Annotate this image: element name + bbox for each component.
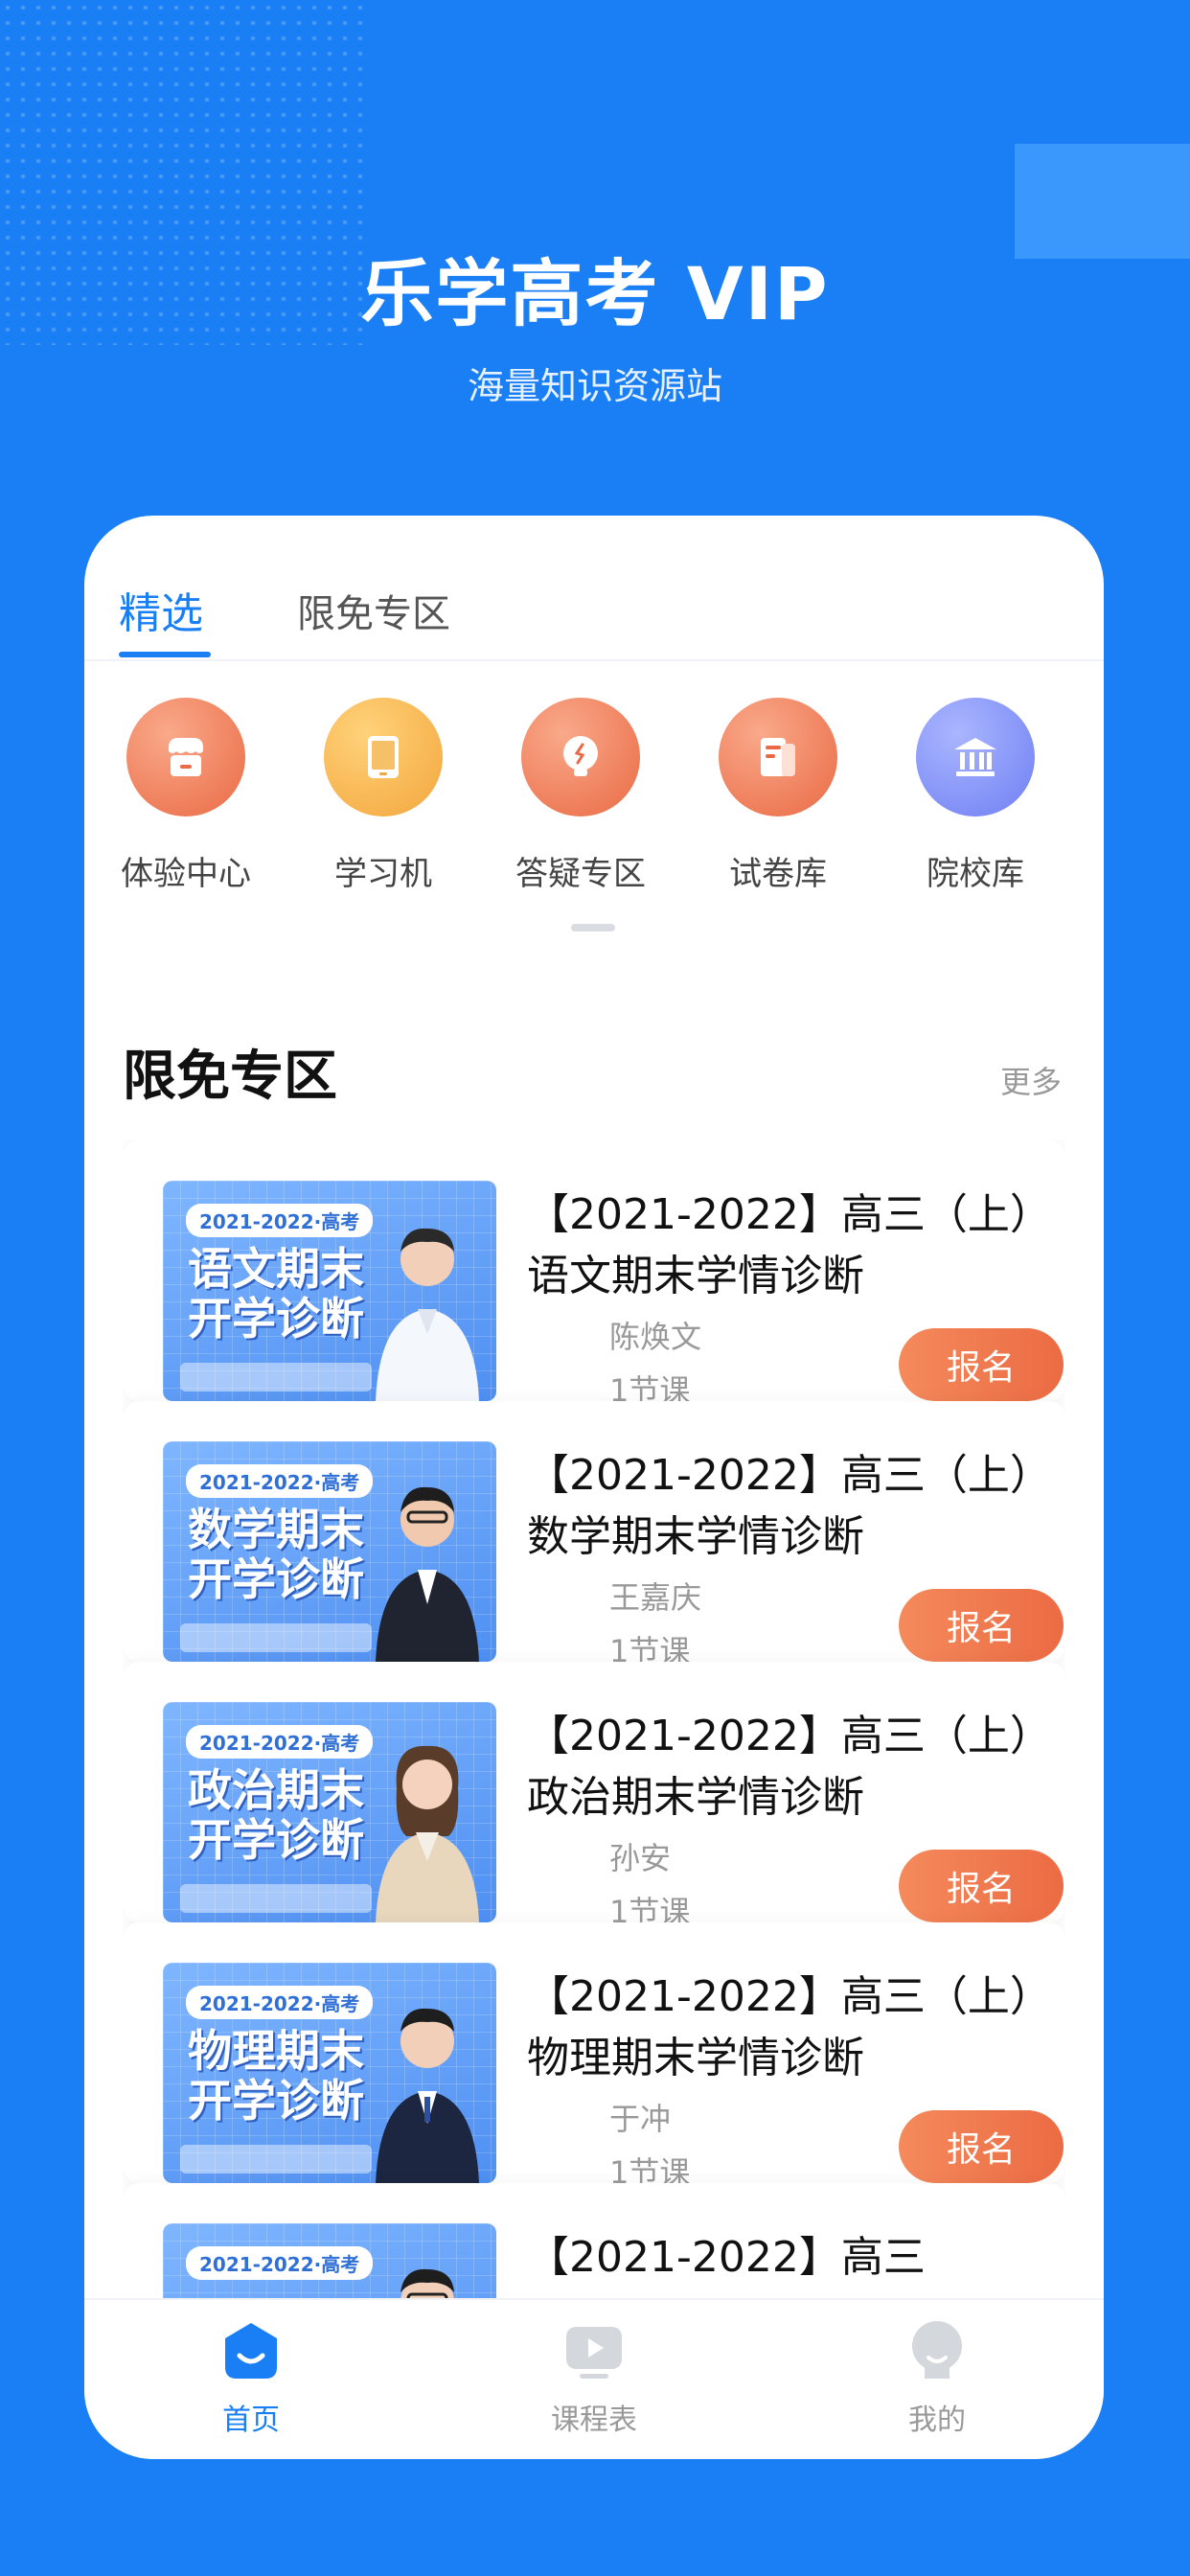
course-title: 【2021-2022】高三 — [527, 2233, 926, 2282]
teacher-portrait — [376, 1486, 479, 1662]
tab-featured[interactable]: 精选 — [119, 579, 203, 640]
course-cover: 2021-2022·高考 数学期末 开学诊断 — [163, 1441, 496, 1662]
course-title: 【2021-2022】高三（上）数学期末学情诊断 — [527, 1451, 1031, 1561]
cover-badge: 2021-2022·高考 — [186, 1204, 374, 1237]
category-label: 体验中心 — [121, 855, 251, 893]
app-title: 乐学高考 VIP — [360, 251, 830, 336]
enroll-button[interactable]: 报名 — [899, 1589, 1064, 1662]
enroll-button[interactable]: 报名 — [899, 2110, 1064, 2183]
course-card[interactable]: 2021-2022·高考 物理期末 开学诊断 【2021-2022】高三（上）物… — [123, 1922, 1065, 2191]
course-teacher: 孙安 — [609, 1840, 672, 1876]
course-cover: 2021-2022·高考 政治期末 开学诊断 — [163, 1702, 496, 1922]
teacher-portrait — [376, 1228, 479, 1401]
course-teacher: 王嘉庆 — [609, 1579, 702, 1616]
cover-badge: 2021-2022·高考 — [186, 1986, 374, 2019]
course-cover: 2021-2022·高考 物理期末 开学诊断 — [163, 1963, 496, 2183]
cover-badge: 2021-2022·高考 — [186, 2246, 374, 2280]
enroll-button[interactable]: 报名 — [899, 1850, 1064, 1922]
cover-text: 数学期末 开学诊断 — [188, 1504, 364, 1605]
course-card[interactable]: 2021-2022·高考 数学期末 开学诊断 【2021-2022】高三（上）数… — [123, 1401, 1065, 1669]
bottom-navigation: 首页 课程表 我的 — [84, 2298, 1104, 2459]
app-subtitle: 海量知识资源站 — [467, 365, 722, 407]
tab-bar: 精选 限免专区 — [84, 516, 1104, 661]
cover-badge: 2021-2022·高考 — [186, 1725, 374, 1759]
category-row: 体验中心 学习机 答疑专区 试卷库 院校库 — [84, 698, 1104, 899]
nav-label: 我的 — [908, 2404, 966, 2437]
nav-schedule[interactable]: 课程表 — [508, 2319, 680, 2438]
cover-text: 物理期末 开学诊断 — [188, 2025, 364, 2127]
category-label: 学习机 — [334, 855, 432, 893]
more-link[interactable]: 更多 — [1000, 1058, 1062, 1102]
document-icon — [719, 698, 837, 816]
course-card[interactable]: 2021-2022·高考 政治期末 开学诊断 【2021-2022】高三（上）政… — [123, 1662, 1065, 1930]
teacher-portrait — [376, 2008, 479, 2183]
enroll-button[interactable]: 报名 — [899, 1328, 1064, 1401]
nav-label: 课程表 — [551, 2404, 637, 2437]
course-cover: 2021-2022·高考 语文期末 开学诊断 — [163, 1181, 496, 1401]
play-icon — [566, 2327, 622, 2379]
category-qa-zone[interactable]: 答疑专区 — [504, 698, 657, 894]
cover-badge: 2021-2022·高考 — [186, 1464, 374, 1498]
cover-text: 语文期末 开学诊断 — [188, 1243, 364, 1345]
category-exam-library[interactable]: 试卷库 — [701, 698, 855, 894]
course-title: 【2021-2022】高三（上）政治期末学情诊断 — [527, 1712, 1031, 1822]
category-label: 答疑专区 — [515, 855, 646, 893]
teacher-portrait — [376, 1745, 479, 1922]
lightbulb-icon — [521, 698, 640, 816]
tablet-icon — [324, 698, 443, 816]
category-label: 院校库 — [927, 855, 1024, 893]
course-list: 2021-2022·高考 语文期末 开学诊断 【2021-2022】高三（上）语… — [123, 1140, 1065, 2356]
course-title: 【2021-2022】高三（上）语文期末学情诊断 — [527, 1190, 1031, 1300]
course-teacher: 于冲 — [609, 2101, 672, 2137]
course-card[interactable]: 2021-2022·高考 语文期末 开学诊断 【2021-2022】高三（上）语… — [123, 1140, 1065, 1409]
nav-profile[interactable]: 我的 — [851, 2319, 1023, 2438]
page-indicator — [571, 924, 615, 932]
profile-icon — [912, 2321, 962, 2379]
shop-icon — [126, 698, 245, 816]
tab-free-zone[interactable]: 限免专区 — [297, 583, 450, 638]
app-screen: 精选 限免专区 体验中心 学习机 答疑专区 试卷库 院校库 限免专区 更多 20… — [84, 516, 1104, 2459]
nav-home[interactable]: 首页 — [165, 2319, 337, 2438]
course-teacher: 陈焕文 — [609, 1319, 702, 1355]
category-college-library[interactable]: 院校库 — [899, 698, 1052, 894]
cover-text: 政治期末 开学诊断 — [188, 1764, 364, 1866]
institution-icon — [916, 698, 1035, 816]
home-icon — [225, 2323, 277, 2379]
category-label: 试卷库 — [729, 855, 827, 893]
section-title: 限免专区 — [123, 1046, 337, 1108]
nav-label: 首页 — [222, 2404, 280, 2437]
category-experience-center[interactable]: 体验中心 — [109, 698, 263, 894]
category-learning-device[interactable]: 学习机 — [307, 698, 460, 894]
course-title: 【2021-2022】高三（上）物理期末学情诊断 — [527, 1972, 1031, 2082]
tab-active-indicator — [119, 652, 211, 657]
